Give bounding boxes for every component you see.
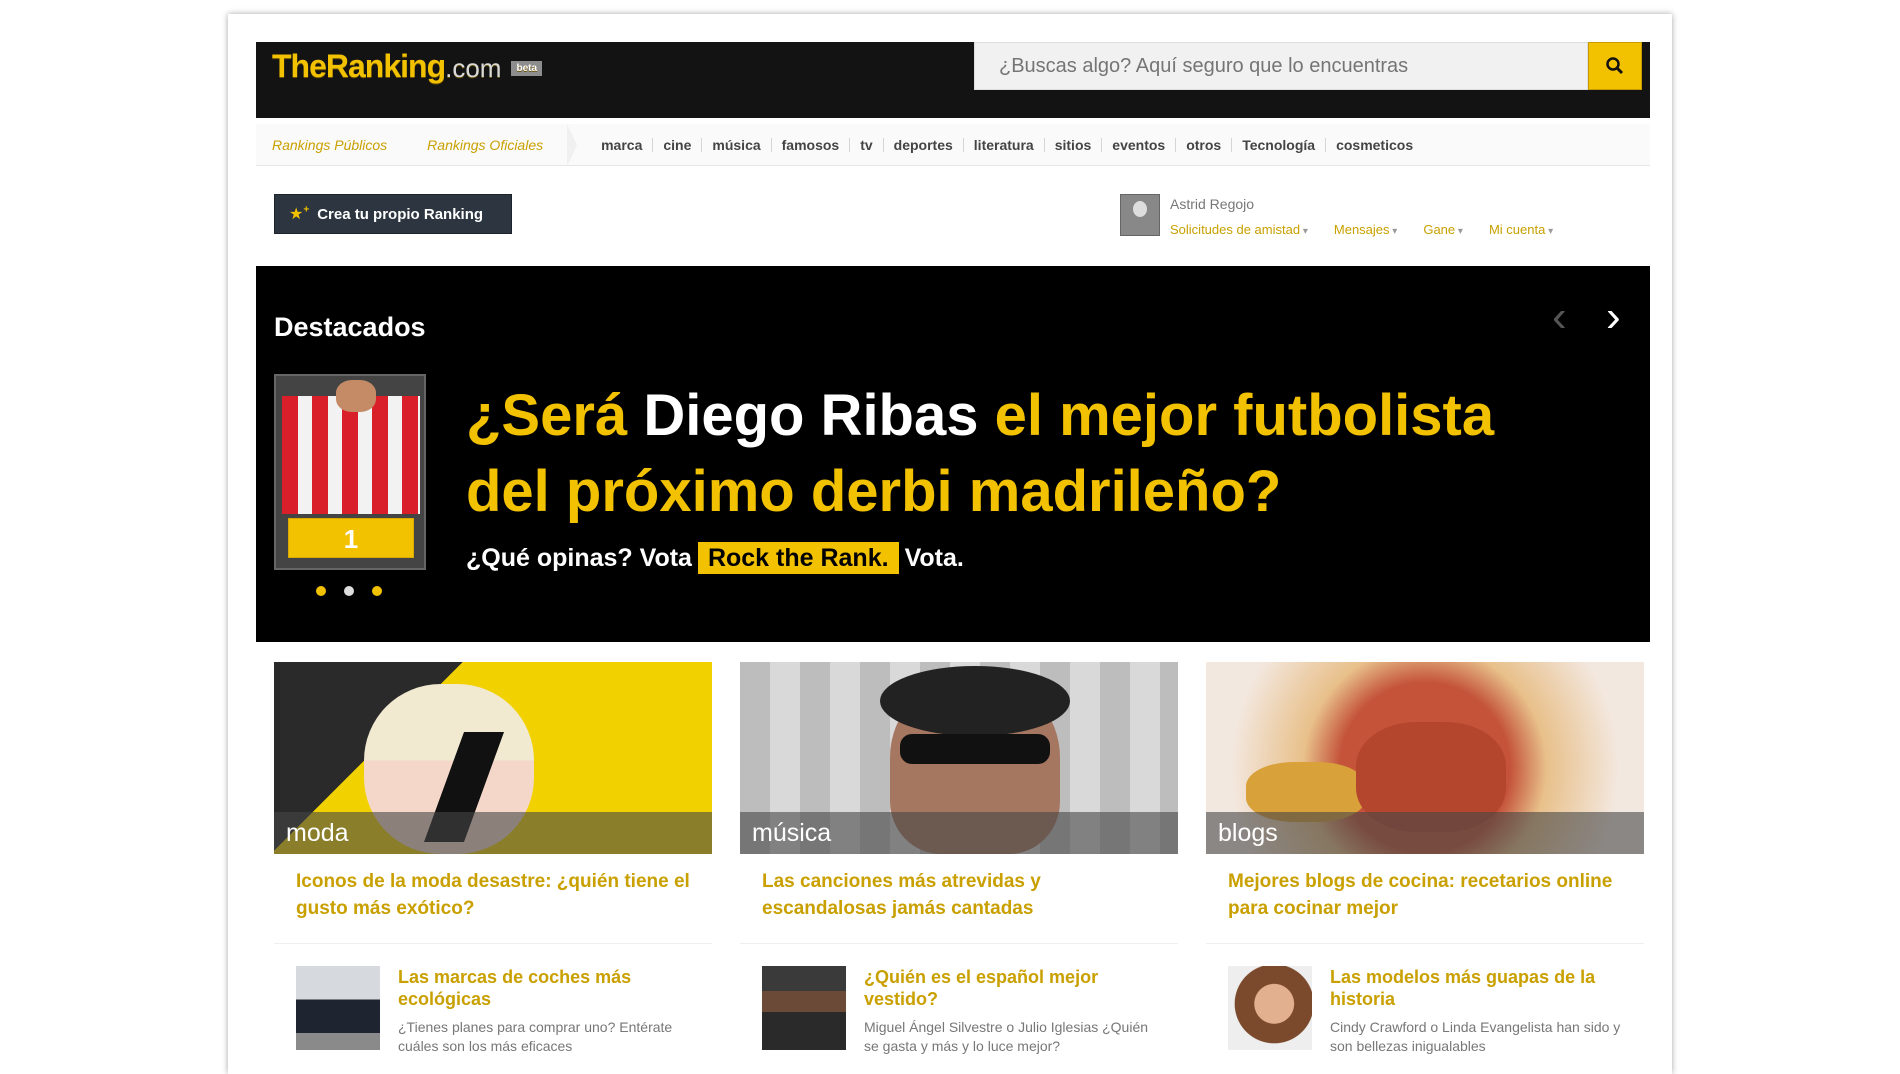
menu-gane[interactable]: Gane — [1423, 222, 1463, 237]
create-ranking-label: Crea tu propio Ranking — [317, 205, 484, 223]
nav-cat-sitios[interactable]: sitios — [1045, 137, 1103, 152]
card-moda: moda Iconos de la moda desastre: ¿quién … — [274, 662, 712, 1056]
menu-my-account[interactable]: Mi cuenta — [1489, 222, 1553, 237]
card-sub-item: Las marcas de coches más ecológicas ¿Tie… — [274, 944, 712, 1056]
user-bar: ★+ Crea tu propio Ranking Astrid Regojo … — [256, 166, 1650, 266]
player-shirt-image — [282, 396, 420, 514]
card-title[interactable]: Las canciones más atrevidas y escandalos… — [740, 854, 1178, 944]
person-thumbnail[interactable] — [762, 966, 846, 1050]
card-category-label: música — [740, 812, 1178, 854]
card-sub-item: Las modelos más guapas de la historia Ci… — [1206, 944, 1644, 1056]
nav-cat-cosmeticos[interactable]: cosmeticos — [1326, 138, 1423, 152]
featured-subline: ¿Qué opinas? Vota Rock the Rank. Vota. — [466, 542, 964, 574]
nav-cat-tecnologia[interactable]: Tecnología — [1232, 137, 1327, 152]
headline-name: Diego Ribas — [643, 383, 979, 448]
nav-cat-otros[interactable]: otros — [1176, 137, 1233, 152]
nav-separator-arrow — [567, 123, 578, 166]
nav-cat-deportes[interactable]: deportes — [884, 137, 964, 152]
search-input[interactable] — [975, 43, 1587, 89]
sunglasses-image — [900, 734, 1050, 764]
site-logo[interactable]: TheRanking.com beta — [272, 48, 543, 85]
sub-before: ¿Qué opinas? Vota — [466, 544, 692, 572]
featured-carousel: Destacados ‹ › 1 ¿Será Diego Ribas el me… — [256, 266, 1650, 642]
card-image[interactable]: moda — [274, 662, 712, 854]
nav-cat-cine[interactable]: cine — [653, 137, 703, 152]
sub-item-title[interactable]: Las marcas de coches más ecológicas — [398, 966, 690, 1010]
search-box — [974, 42, 1588, 90]
sub-item-title[interactable]: ¿Quién es el español mejor vestido? — [864, 966, 1156, 1010]
category-nav: Rankings Públicos Rankings Oficiales mar… — [256, 123, 1650, 166]
rock-the-rank-highlight[interactable]: Rock the Rank. — [697, 542, 899, 574]
model-thumbnail[interactable] — [1228, 966, 1312, 1050]
nav-cat-tv[interactable]: tv — [850, 137, 884, 152]
nav-cat-musica[interactable]: música — [702, 137, 772, 152]
nav-public-rankings[interactable]: Rankings Públicos — [272, 137, 387, 153]
card-category-label: moda — [274, 812, 712, 854]
logo-main: TheRanking — [272, 48, 446, 84]
star-plus-icon: ★+ — [289, 204, 310, 223]
sub-after: Vota. — [904, 544, 964, 572]
card-sub-item: ¿Quién es el español mejor vestido? Migu… — [740, 944, 1178, 1056]
card-image[interactable]: música — [740, 662, 1178, 854]
nav-official-rankings[interactable]: Rankings Oficiales — [427, 137, 543, 153]
card-title[interactable]: Iconos de la moda desastre: ¿quién tiene… — [274, 854, 712, 944]
card-category-label: blogs — [1206, 812, 1644, 854]
carousel-dot[interactable] — [316, 586, 326, 596]
nav-cat-eventos[interactable]: eventos — [1102, 137, 1177, 152]
search-button[interactable] — [1588, 42, 1642, 90]
menu-messages[interactable]: Mensajes — [1334, 222, 1397, 237]
card-title[interactable]: Mejores blogs de cocina: recetarios onli… — [1206, 854, 1644, 944]
card-musica: música Las canciones más atrevidas y esc… — [740, 662, 1178, 1056]
user-menu: Solicitudes de amistad Mensajes Gane Mi … — [1170, 222, 1553, 237]
card-image[interactable]: blogs — [1206, 662, 1644, 854]
nav-cat-literatura[interactable]: literatura — [964, 137, 1045, 152]
nav-cat-famosos[interactable]: famosos — [772, 137, 851, 152]
player-head-image — [336, 380, 376, 412]
carousel-prev-icon[interactable]: ‹ — [1552, 292, 1567, 342]
beta-badge: beta — [511, 61, 543, 77]
carousel-next-icon[interactable]: › — [1606, 292, 1621, 342]
category-cards: moda Iconos de la moda desastre: ¿quién … — [274, 662, 1644, 1056]
site-header: TheRanking.com beta — [256, 42, 1650, 118]
menu-friend-requests[interactable]: Solicitudes de amistad — [1170, 222, 1308, 237]
carousel-dots — [316, 586, 382, 596]
create-ranking-button[interactable]: ★+ Crea tu propio Ranking — [274, 194, 512, 234]
featured-headline[interactable]: ¿Será Diego Ribas el mejor futbolista de… — [466, 378, 1566, 530]
featured-title: Destacados — [274, 312, 426, 342]
user-avatar[interactable] — [1120, 194, 1160, 236]
site-container: TheRanking.com beta Rankings Públicos Ran… — [256, 42, 1650, 1056]
carousel-dot[interactable] — [372, 586, 382, 596]
sub-item-desc: Miguel Ángel Silvestre o Julio Iglesias … — [864, 1019, 1149, 1054]
carousel-dot[interactable] — [344, 586, 354, 596]
nav-cat-marca[interactable]: marca — [591, 137, 654, 152]
singer-hair-image — [880, 666, 1070, 736]
car-thumbnail[interactable] — [296, 966, 380, 1050]
rank-badge: 1 — [288, 518, 414, 558]
card-blogs: blogs Mejores blogs de cocina: recetario… — [1206, 662, 1644, 1056]
headline-part1: ¿Será — [466, 383, 644, 448]
search-icon — [1606, 57, 1624, 75]
username[interactable]: Astrid Regojo — [1170, 196, 1254, 212]
sub-item-title[interactable]: Las modelos más guapas de la historia — [1330, 966, 1622, 1010]
logo-suffix: .com — [445, 53, 502, 83]
sub-item-desc: ¿Tienes planes para comprar uno? Entérat… — [398, 1019, 673, 1054]
featured-thumbnail[interactable]: 1 — [274, 374, 426, 570]
sub-item-desc: Cindy Crawford o Linda Evangelista han s… — [1330, 1019, 1621, 1054]
